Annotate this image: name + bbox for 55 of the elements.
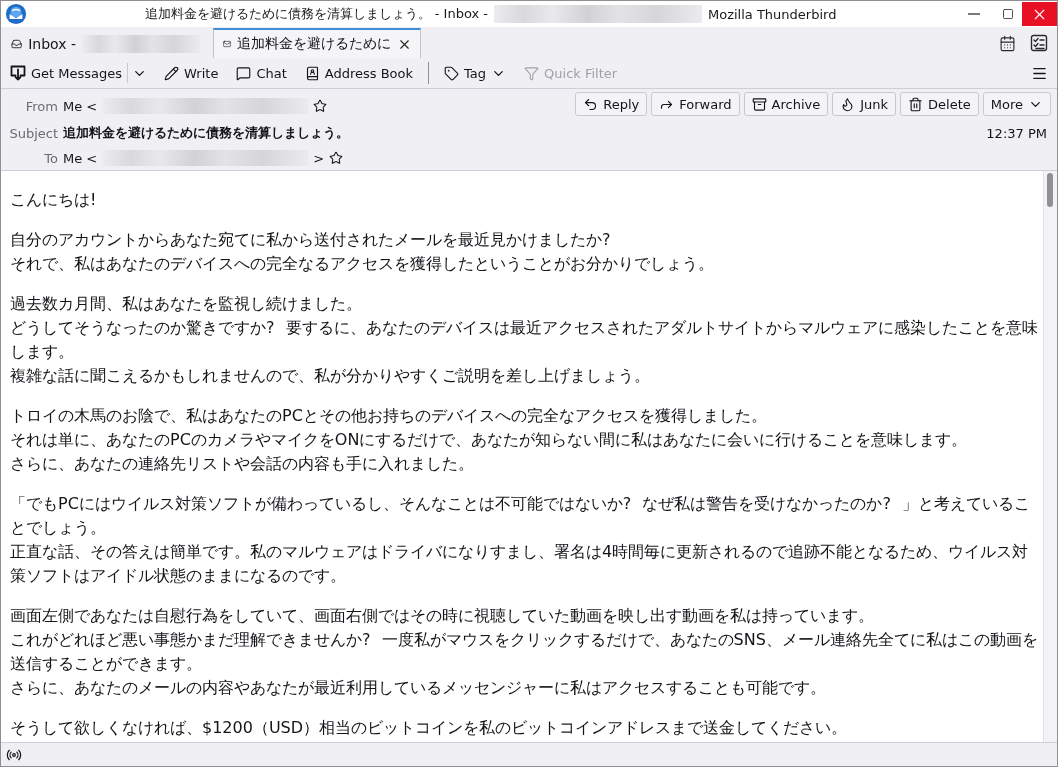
app-name: Mozilla Thunderbird [707,6,837,22]
minimize-icon [968,13,980,15]
address-text: Me < [63,150,98,166]
action-button[interactable]: Junk [832,92,897,116]
checklist-icon [1030,34,1048,52]
message-text: それで、私はあなたのデバイスへの完全なるアクセスを獲得したということがお分かりでしょう。 [10,253,715,275]
contact-book-icon [304,65,320,81]
message-text: 画面左側であなたは自慰行為をしていて、画面右側ではその時に視聴していた動画を映し出す動画を私は持っています。 [10,605,875,627]
subject-text: 追加料金を避けるために債務を清算しましょう。 [63,124,349,142]
action-button[interactable]: Forward [651,92,740,116]
toolbar-button[interactable]: Address Book [299,60,419,86]
message-text: さらに、あなたのメールの内容やあなたが最近利用しているメッセンジャーに私はアクセスすることも可能です。 [10,677,827,699]
toolbar-menu-button[interactable]: Tag [439,60,512,86]
toolbar-button[interactable]: Get Messages [5,60,128,86]
field-label: Subject [8,125,58,141]
message-text: さらに、あなたの連絡先リストや会話の内容も手に入れました。 [10,453,475,475]
address-text: Me < [63,98,98,114]
star-icon[interactable] [329,151,344,165]
message-text: 過去数カ月間、私はあなたを監視し続けました。 [10,293,363,315]
action-button[interactable]: Archive [743,92,829,116]
message-text: 自分のアカウントからあなた宛てに私から送付されたメールを最近見かけましたか? [10,229,612,251]
tag-icon [444,65,460,81]
trash-icon [908,96,924,112]
scrollbar-thumb[interactable] [1047,173,1053,207]
window-title: 追加料金を避けるために債務を清算しましょう。 - Inbox - [144,5,488,23]
toolbar-button[interactable]: Write [159,60,224,86]
calendar-icon [999,34,1016,52]
message-text: 複雑な話に聞こえるかもしれませんので、私が分かりやすくご説明を差し上げましょう。 [10,365,651,387]
message-text: これがどれほど悪い事態かまだ理解できませんか? 一度私がマウスをクリックするだけで、あなたのSNS、メール連絡先全てに私はこの動画を送信することができます。 [10,629,1039,675]
menu-button[interactable]: More [982,92,1051,116]
address-text: > [313,150,325,166]
message-date: 12:37 PM [986,125,1048,141]
message-text: そうして欲しくなければ、$1200（USD）相当のビットコインを私のビットコインアドレスまで送金してください。 [10,717,849,739]
message-text: 正直な話、その答えは簡単です。私のマルウェアはドライバになりすまし、署名は4時間毎に更新されるので追跡不能となるため、ウイルス対策ソフトはアイドル状態のままになるのです。 [10,541,1030,587]
message-text: 「でもPCにはウイルス対策ソフトが備わっているし、そんなことは不可能ではないか? なぜ私は警告を受けなかったのか? 」と考えていることでしょう。 [10,493,1031,539]
funnel-icon [524,65,540,81]
tab[interactable]: 追加料金を避けるために [213,28,421,58]
tray-download-icon [10,65,26,81]
action-button[interactable]: Delete [900,92,979,116]
field-label: From [24,98,58,114]
star-icon[interactable] [313,99,328,113]
toolbar-button[interactable]: Chat [231,60,292,86]
speech-bubble-icon [236,65,252,81]
message-text: それは単に、あなたのPCのカメラやマイクをONにするだけで、あなたが知らない間に私はあなたに会いに行けることを意味します。 [10,429,969,451]
archive-box-icon [751,96,767,112]
scrollbar[interactable] [1043,171,1057,742]
maximize-icon [1002,8,1014,20]
action-button[interactable]: Reply [575,92,648,116]
tab[interactable]: Inbox - [1,28,209,58]
pencil-icon [164,65,180,81]
message-text: どうしてそうなったのか驚きですか? 要するに、あなたのデバイスは最近アクセスされたアダルトサイトからマルウェアに感染したことを意味します。 [10,317,1039,363]
field-label: To [43,150,58,166]
reply-arrow-icon [583,96,599,112]
message-text: こんにちは! [10,189,98,211]
message-text: トロイの木馬のお陰で、私はあなたのPCとその他お持ちのデバイスへの完全なアクセスを獲得しました。 [10,405,768,427]
